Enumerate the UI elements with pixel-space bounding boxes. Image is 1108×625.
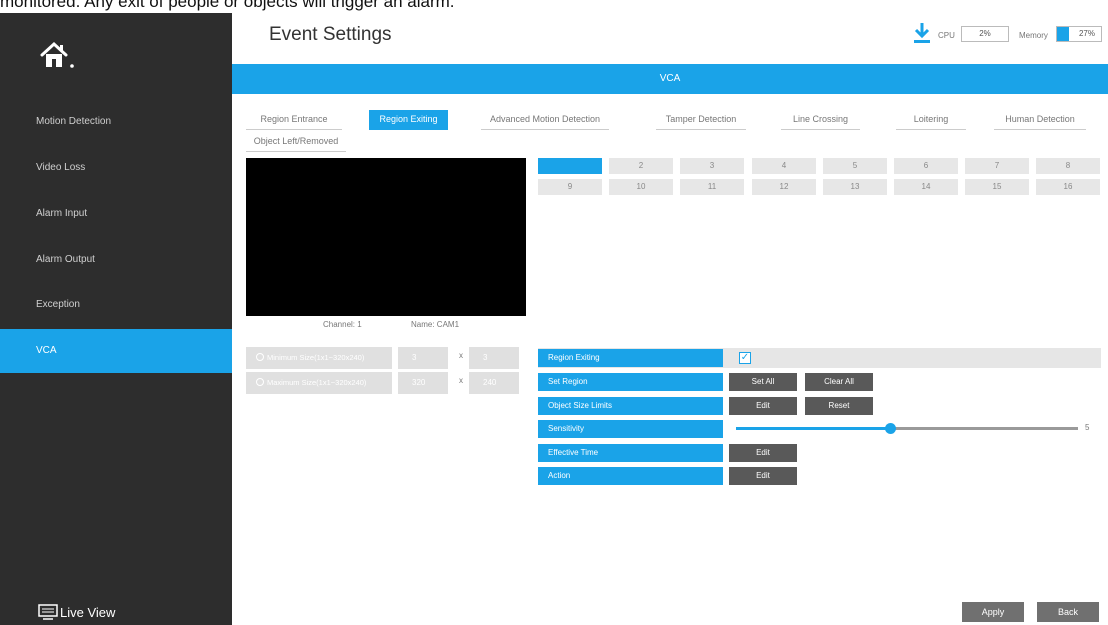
channel-button[interactable]: 10 (609, 179, 673, 195)
set-region-label: Set Region (538, 373, 723, 391)
region-exiting-checkbox[interactable]: ✓ (739, 352, 751, 364)
sidebar-item-vca[interactable]: VCA (0, 329, 232, 373)
set-all-button[interactable]: Set All (729, 373, 797, 391)
action-label: Action (538, 467, 723, 485)
page-title: Event Settings (269, 24, 392, 45)
object-size-limits-label: Object Size Limits (538, 397, 723, 415)
effective-time-edit-button[interactable]: Edit (729, 444, 797, 462)
monitor-icon (38, 604, 58, 620)
sidebar-item-alarm-output[interactable]: Alarm Output (0, 238, 232, 282)
radio-icon[interactable] (256, 378, 264, 386)
sensitivity-slider-thumb[interactable] (884, 423, 896, 434)
apply-button[interactable]: Apply (962, 602, 1024, 622)
sensitivity-label: Sensitivity (538, 420, 723, 438)
cpu-label: CPU (938, 31, 955, 40)
channel-button[interactable]: 14 (894, 179, 958, 195)
back-button[interactable]: Back (1037, 602, 1099, 622)
size-separator: x (459, 376, 463, 385)
channel-button[interactable]: 4 (752, 158, 816, 174)
channel-button[interactable]: 16 (1036, 179, 1100, 195)
channel-button[interactable]: 11 (680, 179, 744, 195)
tab-region-exiting[interactable]: Region Exiting (369, 110, 448, 130)
sidebar-item-exception[interactable]: Exception (0, 283, 232, 327)
sensitivity-slider-fill (736, 427, 890, 430)
radio-icon[interactable] (256, 353, 264, 361)
maximum-size-label: Maximum Size(1x1~320x240) (267, 378, 367, 387)
channel-button[interactable]: 3 (680, 158, 744, 174)
tab-line-crossing[interactable]: Line Crossing (781, 110, 860, 130)
cpu-value: 2% (961, 26, 1009, 42)
memory-value: 27% (1078, 29, 1095, 38)
check-icon: ✓ (740, 352, 750, 363)
channel-button[interactable]: 2 (609, 158, 673, 174)
minimum-height-input[interactable]: 3 (469, 347, 519, 369)
camera-name-label: Name: CAM1 (411, 320, 460, 329)
size-separator: x (459, 351, 463, 360)
region-exiting-label: Region Exiting (538, 349, 723, 367)
effective-time-label: Effective Time (538, 444, 723, 462)
live-view-button[interactable]: Live View (38, 601, 115, 623)
minimum-size-label: Minimum Size(1x1~320x240) (267, 353, 365, 362)
maximum-width-input[interactable]: 320 (398, 372, 448, 394)
section-title-bar: VCA (232, 64, 1108, 94)
video-preview[interactable] (246, 158, 526, 316)
download-icon[interactable] (913, 22, 931, 44)
clear-all-button[interactable]: Clear All (805, 373, 873, 391)
channel-button[interactable]: 7 (965, 158, 1029, 174)
memory-label: Memory (1019, 31, 1048, 40)
minimum-size-option[interactable]: Minimum Size(1x1~320x240) (246, 347, 392, 369)
maximum-size-option[interactable]: Maximum Size(1x1~320x240) (246, 372, 392, 394)
maximum-height-input[interactable]: 240 (469, 372, 519, 394)
tab-region-entrance[interactable]: Region Entrance (246, 110, 342, 130)
sidebar-item-alarm-input[interactable]: Alarm Input (0, 192, 232, 236)
sensitivity-slider[interactable] (736, 423, 1078, 434)
channel-button[interactable]: 5 (823, 158, 887, 174)
channel-button[interactable]: 8 (1036, 158, 1100, 174)
minimum-width-input[interactable]: 3 (398, 347, 448, 369)
live-view-label: Live View (60, 604, 116, 620)
tab-advanced-motion-detection[interactable]: Advanced Motion Detection (481, 110, 609, 130)
channel-button[interactable]: 15 (965, 179, 1029, 195)
object-size-edit-button[interactable]: Edit (729, 397, 797, 415)
channel-button[interactable]: 6 (894, 158, 958, 174)
document-caption: monitored. Any exit of people or objects… (0, 0, 455, 11)
channel-button[interactable] (538, 158, 602, 174)
channel-label: Channel: 1 (323, 320, 362, 329)
sidebar: Motion Detection Video Loss Alarm Input … (0, 13, 232, 625)
sidebar-item-motion-detection[interactable]: Motion Detection (0, 100, 232, 144)
channel-button[interactable]: 12 (752, 179, 816, 195)
memory-meter: 27% (1056, 26, 1102, 42)
memory-fill (1057, 27, 1069, 41)
sensitivity-value: 5 (1085, 423, 1090, 432)
home-icon[interactable] (38, 41, 78, 71)
channel-button[interactable]: 13 (823, 179, 887, 195)
tab-object-left-removed[interactable]: Object Left/Removed (246, 132, 346, 152)
object-size-reset-button[interactable]: Reset (805, 397, 873, 415)
sidebar-item-video-loss[interactable]: Video Loss (0, 146, 232, 190)
action-edit-button[interactable]: Edit (729, 467, 797, 485)
tab-loitering[interactable]: Loitering (896, 110, 966, 130)
channel-button[interactable]: 9 (538, 179, 602, 195)
tab-tamper-detection[interactable]: Tamper Detection (656, 110, 746, 130)
tab-human-detection[interactable]: Human Detection (994, 110, 1086, 130)
